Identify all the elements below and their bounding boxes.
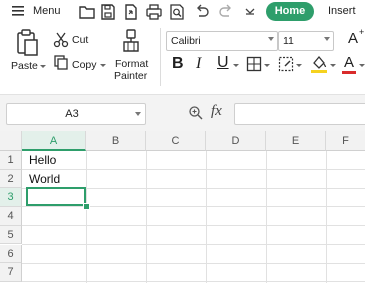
font-color-icon: A [344,54,355,71]
format-painter-label-2[interactable]: Painter [114,70,147,82]
format-painter-icon[interactable] [121,29,141,55]
cell-style-icon[interactable] [278,56,294,72]
export-icon[interactable] [122,3,140,21]
copy-icon[interactable] [53,55,69,71]
ribbon-divider [160,28,161,86]
font-name-select[interactable]: Calibri [166,31,278,51]
row-header-5[interactable]: 5 [0,225,22,245]
chevron-down-icon [324,37,330,41]
font-name-value: Calibri [171,35,201,47]
formula-input[interactable] [234,103,365,125]
column-header-d[interactable]: D [206,131,266,151]
fill-color-dropdown-icon[interactable] [330,64,336,67]
column-header-b[interactable]: B [86,131,146,151]
ribbon: Paste Cut Copy Format Painter Calibri 11… [0,24,365,94]
cell-style-dropdown-icon[interactable] [296,64,302,67]
menu-label[interactable]: Menu [33,5,61,17]
cut-icon[interactable] [53,32,69,48]
paste-button[interactable]: Paste [11,60,38,72]
print-preview-icon[interactable] [168,3,186,21]
borders-icon[interactable] [246,56,262,72]
font-color-swatch [342,71,356,74]
column-header-e[interactable]: E [266,131,326,151]
more-icon[interactable] [241,3,259,21]
column-header-c[interactable]: C [146,131,206,151]
font-color-button[interactable]: A [342,54,358,74]
font-size-select[interactable]: 11 [278,31,334,51]
grid-line [22,206,365,208]
borders-dropdown-icon[interactable] [264,64,270,67]
open-folder-icon[interactable] [78,3,96,21]
grid-line [22,262,365,264]
row-header-7[interactable]: 7 [0,263,22,282]
formula-bar: A3 fx [0,94,365,131]
name-box-value: A3 [65,108,79,120]
paste-icon[interactable] [14,28,40,58]
underline-button[interactable]: U [217,54,229,72]
cell-a1[interactable]: Hello [29,153,56,167]
name-box[interactable]: A3 [6,103,146,125]
bold-button[interactable]: B [172,55,184,73]
fill-handle[interactable] [83,203,90,210]
tab-home[interactable]: Home [266,2,314,21]
row-header-3[interactable]: 3 [0,188,22,208]
hamburger-menu-icon[interactable] [11,4,29,22]
top-menu-bar: Menu Home Insert [0,0,365,24]
print-icon[interactable] [145,3,163,21]
font-color-dropdown-icon[interactable] [359,64,365,67]
grid-line [22,281,365,283]
column-header-a[interactable]: A [22,131,86,151]
row-header-2[interactable]: 2 [0,169,22,189]
plus-icon: + [359,27,365,37]
fill-color-icon[interactable] [310,54,328,74]
zoom-search-icon[interactable] [188,105,204,121]
grid-line [22,243,365,245]
redo-icon[interactable] [217,3,235,21]
underline-dropdown-icon[interactable] [233,64,239,67]
row-header-4[interactable]: 4 [0,207,22,226]
font-grow-icon: A [348,30,359,47]
chevron-down-icon[interactable] [135,112,141,116]
grid-line [22,225,365,227]
copy-dropdown-icon[interactable] [100,64,106,67]
increase-font-size-button[interactable]: A + [347,27,365,48]
save-icon[interactable] [99,3,117,21]
italic-button[interactable]: I [196,55,201,73]
font-size-value: 11 [283,35,294,47]
chevron-down-icon [268,37,274,41]
paste-dropdown-icon[interactable] [40,65,46,68]
format-painter-label[interactable]: Format [115,58,148,70]
cut-button[interactable]: Cut [72,34,88,46]
copy-button[interactable]: Copy [72,59,97,71]
row-header-6[interactable]: 6 [0,244,22,264]
select-all-corner[interactable] [0,131,22,151]
row-header-1[interactable]: 1 [0,151,22,170]
tab-insert[interactable]: Insert [328,5,356,17]
column-header-f[interactable]: F [326,131,365,151]
spreadsheet-grid: A B C D E F 1 2 3 4 5 6 7 Hello World [0,131,365,283]
fx-label[interactable]: fx [211,103,222,120]
cell-a2[interactable]: World [29,172,60,186]
grid-line [22,169,365,170]
undo-icon[interactable] [193,3,211,21]
active-cell-a3[interactable] [26,187,86,206]
